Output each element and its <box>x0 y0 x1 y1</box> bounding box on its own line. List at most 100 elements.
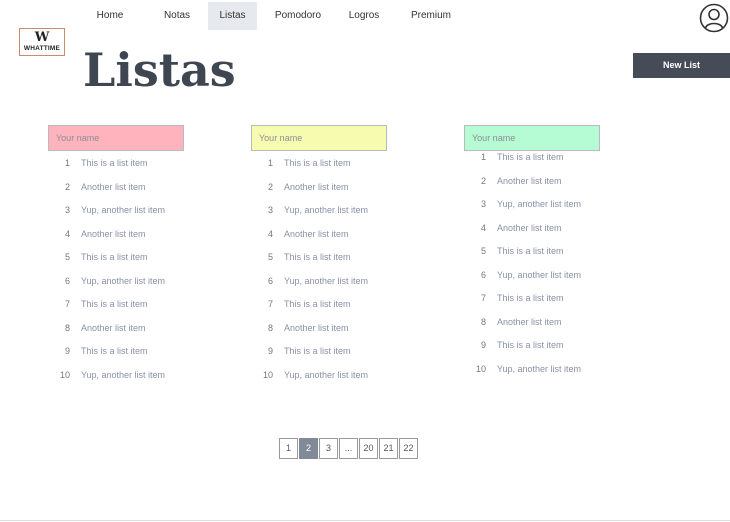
list-item[interactable]: 4 Another list item <box>48 223 228 247</box>
list-item-text: This is a list item <box>81 252 148 262</box>
list-item[interactable]: 6 Yup, another list item <box>464 264 644 288</box>
list-card: Your name 1 This is a list item 2 Another li… <box>464 125 644 381</box>
list-item[interactable]: 2 Another list item <box>251 176 431 200</box>
list-item-text: Yup, another list item <box>284 369 369 380</box>
list-item-number: 4 <box>267 228 273 239</box>
list-item-number: 6 <box>480 269 486 280</box>
list-item[interactable]: 1 This is a list item <box>464 146 644 170</box>
list-item-text: Yup, another list item <box>81 275 166 286</box>
page-ellipsis: ... <box>339 438 358 459</box>
list-card: Your name 1 This is a list item 2 Another li… <box>251 125 431 387</box>
list-item[interactable]: 10 Yup, another list item <box>251 364 431 388</box>
list-item[interactable]: 10 Yup, another list item <box>48 364 228 388</box>
pagination: 1 2 3... 20 21 22 <box>279 438 419 459</box>
nav-pomodoro[interactable]: Pomodoro <box>270 2 326 30</box>
list-item-number: 8 <box>64 322 70 333</box>
list-item-text: Another list item <box>284 322 349 333</box>
list-item[interactable]: 3 Yup, another list item <box>48 199 228 223</box>
list-item-text: Yup, another list item <box>497 269 582 280</box>
top-nav: Home Notas Listas Pomodoro Logros Premiu… <box>0 0 730 32</box>
list-item-number: 5 <box>64 252 70 262</box>
nav-listas[interactable]: Listas <box>208 2 257 30</box>
list-name-field[interactable]: Your name <box>251 125 387 151</box>
list-item[interactable]: 5 This is a list item <box>251 246 431 270</box>
nav-notas[interactable]: Notas <box>155 2 199 30</box>
list-item-text: Another list item <box>81 181 146 192</box>
nav-home[interactable]: Home <box>90 2 130 30</box>
list-item-text: Yup, another list item <box>497 363 582 374</box>
list-item-text: This is a list item <box>284 346 351 356</box>
page-button[interactable]: 22 <box>399 438 418 459</box>
user-avatar-icon[interactable] <box>699 3 729 33</box>
list-card: Your name 1 This is a list item 2 Another li… <box>48 125 228 387</box>
logo-letter: W <box>34 30 50 45</box>
list-item-number: 8 <box>480 316 486 327</box>
list-item-text: Yup, another list item <box>81 369 166 380</box>
list-item-number: 2 <box>480 175 486 186</box>
list-item-number: 9 <box>64 346 70 356</box>
list-item[interactable]: 8 Another list item <box>251 317 431 341</box>
list-item-text: Another list item <box>284 181 349 192</box>
list-item-text: This is a list item <box>497 340 564 350</box>
list-item-number: 3 <box>64 205 70 215</box>
list-name-field[interactable]: Your name <box>48 125 184 151</box>
list-item[interactable]: 2 Another list item <box>464 170 644 194</box>
list-item[interactable]: 7 This is a list item <box>48 293 228 317</box>
list-item-text: This is a list item <box>284 158 351 168</box>
list-item[interactable]: 9 This is a list item <box>251 340 431 364</box>
list-item-text: This is a list item <box>81 158 148 168</box>
list-item-text: Yup, another list item <box>81 205 166 215</box>
list-item[interactable]: 5 This is a list item <box>464 240 644 264</box>
list-item-text: Yup, another list item <box>284 275 369 286</box>
list-item-text: This is a list item <box>497 293 564 303</box>
list-item-number: 7 <box>267 299 273 309</box>
page-button[interactable]: 20 <box>359 438 378 459</box>
list-item[interactable]: 2 Another list item <box>48 176 228 200</box>
list-item[interactable]: 6 Yup, another list item <box>48 270 228 294</box>
page-button[interactable]: 21 <box>379 438 398 459</box>
list-item[interactable]: 5 This is a list item <box>48 246 228 270</box>
list-item-text: This is a list item <box>497 152 564 162</box>
list-item[interactable]: 9 This is a list item <box>48 340 228 364</box>
list-item-number: 1 <box>480 152 486 162</box>
list-item-number: 9 <box>267 346 273 356</box>
list-item[interactable]: 7 This is a list item <box>464 287 644 311</box>
page-button[interactable]: 3 <box>319 438 338 459</box>
logo-text: WHATTIME <box>23 45 61 52</box>
list-item[interactable]: 3 Yup, another list item <box>251 199 431 223</box>
list-item-number: 10 <box>262 369 273 380</box>
list-item-number: 3 <box>267 205 273 215</box>
list-item-text: Another list item <box>81 228 146 239</box>
nav-premium[interactable]: Premium <box>407 2 455 30</box>
page-button[interactable]: 1 <box>279 438 298 459</box>
list-item[interactable]: 1 This is a list item <box>251 152 431 176</box>
list-item[interactable]: 4 Another list item <box>464 217 644 241</box>
list-item-text: This is a list item <box>81 346 148 356</box>
list-item-number: 6 <box>267 275 273 286</box>
page-button[interactable]: 2 <box>299 438 318 459</box>
list-item-number: 1 <box>64 158 70 168</box>
list-item-text: This is a list item <box>284 252 351 262</box>
list-item-number: 6 <box>64 275 70 286</box>
list-item[interactable]: 8 Another list item <box>464 311 644 335</box>
list-item[interactable]: 9 This is a list item <box>464 334 644 358</box>
list-item-number: 10 <box>475 363 486 374</box>
list-item[interactable]: 6 Yup, another list item <box>251 270 431 294</box>
list-item[interactable]: 1 This is a list item <box>48 152 228 176</box>
list-item-text: Yup, another list item <box>284 205 369 215</box>
list-item[interactable]: 10 Yup, another list item <box>464 358 644 382</box>
app-logo[interactable]: W WHATTIME <box>19 28 65 56</box>
list-item[interactable]: 3 Yup, another list item <box>464 193 644 217</box>
list-item-text: This is a list item <box>497 246 564 256</box>
list-item-number: 10 <box>59 369 70 380</box>
nav-logros[interactable]: Logros <box>343 2 385 30</box>
new-list-button[interactable]: New List <box>633 53 730 78</box>
list-item[interactable]: 4 Another list item <box>251 223 431 247</box>
list-item[interactable]: 8 Another list item <box>48 317 228 341</box>
list-item-text: Another list item <box>284 228 349 239</box>
list-item-text: This is a list item <box>284 299 351 309</box>
list-item-text: Another list item <box>81 322 146 333</box>
list-item[interactable]: 7 This is a list item <box>251 293 431 317</box>
list-item-text: Yup, another list item <box>497 199 582 209</box>
list-item-text: Another list item <box>497 222 562 233</box>
